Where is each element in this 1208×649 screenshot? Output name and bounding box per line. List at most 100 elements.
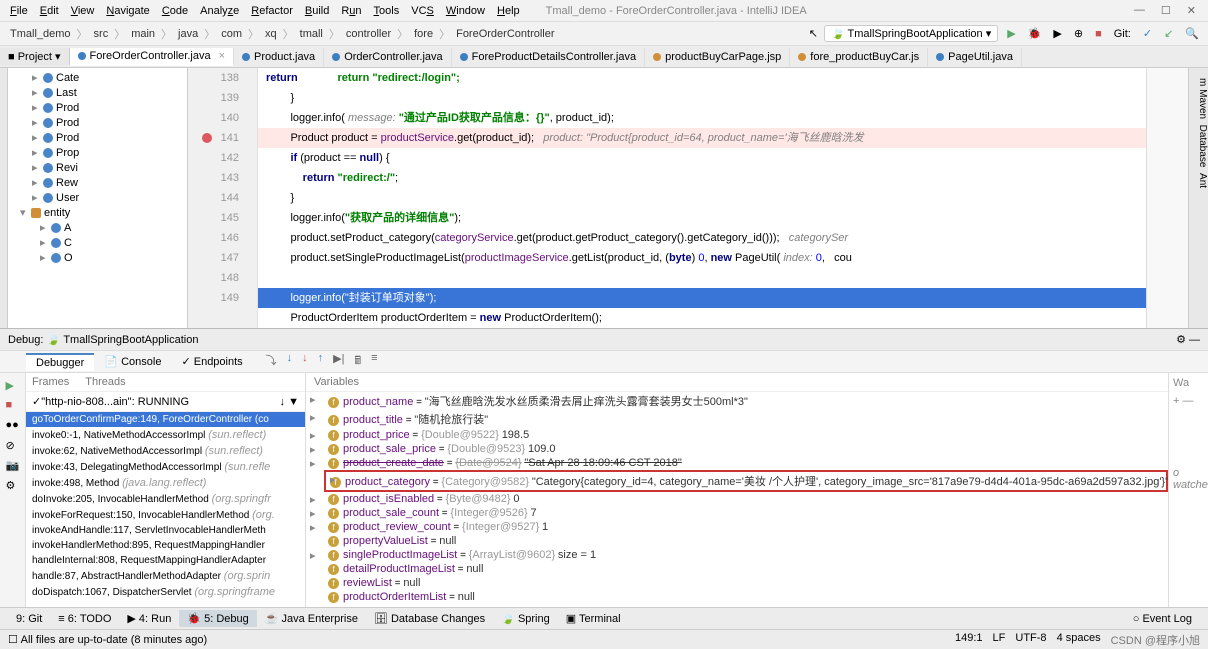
menu-window[interactable]: Window bbox=[440, 3, 491, 19]
tab-console[interactable]: 📄 Console bbox=[94, 353, 171, 370]
run-config-select[interactable]: 🍃 TmallSpringBootApplication ▾ bbox=[824, 25, 998, 42]
variable-row[interactable]: ▸fproduct_sale_price = {Double@9523} 109… bbox=[306, 442, 1168, 456]
menu-run[interactable]: Run bbox=[335, 3, 367, 19]
camera-icon[interactable]: 📷 bbox=[6, 459, 20, 473]
step-over-icon[interactable]: ⤵ bbox=[263, 352, 280, 371]
resume-icon[interactable]: ▶ bbox=[6, 379, 20, 393]
step-into-icon[interactable]: ↓ bbox=[284, 352, 296, 371]
variable-row[interactable]: ▸fproduct_category = {Category@9582} "Ca… bbox=[324, 470, 1168, 492]
tool-debug[interactable]: 🐞 5: Debug bbox=[179, 610, 256, 627]
caret-pos[interactable]: 149:1 bbox=[955, 632, 983, 648]
stack-frame[interactable]: doInvoke:205, InvocableHandlerMethod (or… bbox=[26, 491, 305, 507]
variable-row[interactable]: fdetailProductImageList = null bbox=[306, 562, 1168, 576]
stack-frame[interactable]: invoke:62, NativeMethodAccessorImpl (sun… bbox=[26, 443, 305, 459]
tree-item[interactable]: ▸Rew bbox=[8, 175, 187, 190]
profile-icon[interactable]: ⊕ bbox=[1071, 27, 1086, 40]
right-tool-strip[interactable]: m Maven Database Ant bbox=[1188, 68, 1208, 328]
editor-tab[interactable]: PageUtil.java bbox=[928, 48, 1022, 66]
tree-item[interactable]: ▸User bbox=[8, 190, 187, 205]
crumb[interactable]: fore bbox=[410, 26, 437, 42]
variable-row[interactable]: ▸fproduct_isEnabled = {Byte@9482} 0 bbox=[306, 492, 1168, 506]
debug-icon[interactable]: 🐞 bbox=[1025, 27, 1045, 40]
crumb[interactable]: src bbox=[90, 26, 113, 42]
crumb[interactable]: com bbox=[217, 26, 246, 42]
menu-help[interactable]: Help bbox=[491, 3, 526, 19]
force-step-into-icon[interactable]: ↓ bbox=[299, 352, 311, 371]
minimap[interactable] bbox=[1146, 68, 1188, 328]
run-to-cursor-icon[interactable]: ▶| bbox=[330, 352, 347, 371]
variable-row[interactable]: freviewList = null bbox=[306, 576, 1168, 590]
crumb-current[interactable]: ForeOrderController bbox=[452, 26, 558, 42]
settings-icon[interactable]: ⚙ bbox=[6, 479, 20, 493]
menu-edit[interactable]: Edit bbox=[34, 3, 65, 19]
tool-todo[interactable]: ≡ 6: TODO bbox=[50, 611, 119, 627]
crumb[interactable]: xq bbox=[261, 26, 281, 42]
trace-icon[interactable]: ≡ bbox=[368, 352, 380, 371]
git-commit-icon[interactable]: ↙ bbox=[1161, 27, 1176, 40]
tree-item[interactable]: ▸Cate bbox=[8, 70, 187, 85]
stack-frame[interactable]: invoke:43, DelegatingMethodAccessorImpl … bbox=[26, 459, 305, 475]
back-nav-icon[interactable]: ↖ bbox=[809, 27, 818, 40]
crumb[interactable]: main bbox=[127, 26, 159, 42]
tree-item[interactable]: ▸C bbox=[8, 235, 187, 250]
editor-tab[interactable]: ForeProductDetailsController.java bbox=[452, 48, 645, 66]
menu-vcs[interactable]: VCS bbox=[405, 3, 440, 19]
variable-row[interactable]: ▸fproduct_title = "随机抢旅行装" bbox=[306, 410, 1168, 428]
menu-build[interactable]: Build bbox=[299, 3, 335, 19]
editor-tab[interactable]: productBuyCarPage.jsp bbox=[645, 48, 790, 66]
stack-frame[interactable]: invoke:498, Method (java.lang.reflect) bbox=[26, 475, 305, 491]
mute-breakpoints-icon[interactable]: ⊘ bbox=[6, 439, 20, 453]
stack-frame[interactable]: invokeAndHandle:117, ServletInvocableHan… bbox=[26, 523, 305, 538]
menu-file[interactable]: File bbox=[4, 3, 34, 19]
tool-db-changes[interactable]: 🗄 Database Changes bbox=[366, 610, 493, 627]
crumb[interactable]: tmall bbox=[296, 26, 327, 42]
coverage-icon[interactable]: ▶ bbox=[1050, 27, 1064, 40]
git-update-icon[interactable]: ✓ bbox=[1140, 27, 1155, 40]
menu-tools[interactable]: Tools bbox=[368, 3, 406, 19]
crumb[interactable]: java bbox=[174, 26, 202, 42]
tree-item[interactable]: ▸O bbox=[8, 250, 187, 265]
tool-run[interactable]: ▶ 4: Run bbox=[119, 610, 179, 627]
variable-row[interactable]: ▸fproduct_create_date = {Date@9524} "Sat… bbox=[306, 456, 1168, 470]
search-icon[interactable]: 🔍 bbox=[1182, 27, 1202, 40]
thread-selector[interactable]: ✓ "http-nio-808...ain": RUNNING ↓ ▼ bbox=[26, 392, 305, 412]
crumb[interactable]: controller bbox=[342, 26, 395, 42]
gear-icon[interactable]: ⚙ — bbox=[1176, 333, 1200, 346]
tree-item[interactable]: ▸Prod bbox=[8, 130, 187, 145]
menu-navigate[interactable]: Navigate bbox=[100, 3, 155, 19]
tool-terminal[interactable]: ▣ Terminal bbox=[558, 610, 629, 627]
tab-endpoints[interactable]: ✓ Endpoints bbox=[171, 353, 252, 370]
project-tree[interactable]: ▸Cate▸Last▸Prod▸Prod▸Prod▸Prop▸Revi▸Rew▸… bbox=[8, 68, 188, 328]
maximize-icon[interactable]: ☐ bbox=[1161, 4, 1171, 17]
evaluate-icon[interactable]: 🖩 bbox=[352, 352, 365, 371]
indent[interactable]: 4 spaces bbox=[1057, 632, 1101, 648]
event-log[interactable]: ○ Event Log bbox=[1125, 611, 1200, 627]
variable-row[interactable]: fpropertyValueList = null bbox=[306, 534, 1168, 548]
tree-item[interactable]: ▸Revi bbox=[8, 160, 187, 175]
project-tool-label[interactable]: ■ Project ▾ bbox=[0, 48, 70, 65]
editor-tab[interactable]: ForeOrderController.java× bbox=[70, 48, 235, 66]
variable-row[interactable]: ▸fproduct_price = {Double@9522} 198.5 bbox=[306, 428, 1168, 442]
stack-frame[interactable]: handleInternal:808, RequestMappingHandle… bbox=[26, 553, 305, 568]
tool-java-ent[interactable]: ☕ Java Enterprise bbox=[257, 610, 366, 627]
stack-frame[interactable]: invokeHandlerMethod:895, RequestMappingH… bbox=[26, 538, 305, 553]
editor-tab[interactable]: Product.java bbox=[234, 48, 324, 66]
breakpoint-icon[interactable] bbox=[202, 133, 212, 143]
menu-refactor[interactable]: Refactor bbox=[245, 3, 299, 19]
tree-item[interactable]: ▸Last bbox=[8, 85, 187, 100]
variable-row[interactable]: ▸fsingleProductImageList = {ArrayList@96… bbox=[306, 548, 1168, 562]
tool-git[interactable]: 9: Git bbox=[8, 611, 50, 627]
variable-row[interactable]: ▸fproduct_name = "海飞丝鹿晗洗发水丝质柔滑去屑止痒洗头露膏套装… bbox=[306, 392, 1168, 410]
menu-view[interactable]: View bbox=[65, 3, 101, 19]
minimize-icon[interactable]: — bbox=[1134, 4, 1145, 17]
stack-frame[interactable]: doDispatch:1067, DispatcherServlet (org.… bbox=[26, 584, 305, 600]
tree-item[interactable]: ▸Prod bbox=[8, 100, 187, 115]
tool-spring[interactable]: 🍃 Spring bbox=[493, 610, 558, 627]
editor-tab[interactable]: OrderController.java bbox=[324, 48, 451, 66]
stop-icon[interactable]: ■ bbox=[1092, 28, 1105, 40]
tree-item[interactable]: ▸Prod bbox=[8, 115, 187, 130]
line-sep[interactable]: LF bbox=[993, 632, 1006, 648]
encoding[interactable]: UTF-8 bbox=[1015, 632, 1046, 648]
tree-item[interactable]: ▾entity bbox=[8, 205, 187, 220]
editor-tab[interactable]: fore_productBuyCar.js bbox=[790, 48, 928, 66]
